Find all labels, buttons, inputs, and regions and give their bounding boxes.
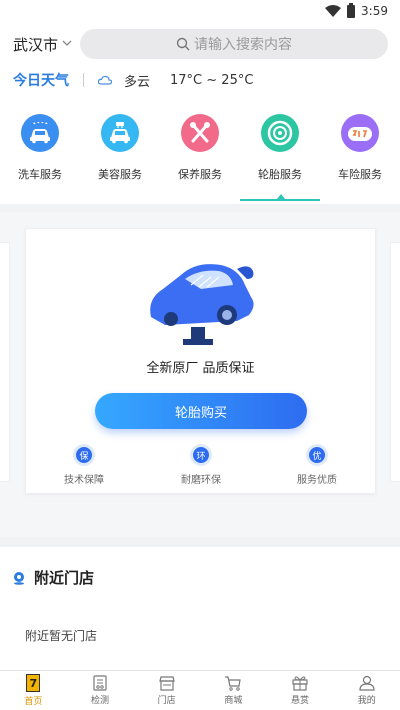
status-time: 3:59 xyxy=(361,4,388,18)
tire-promo-card: 全新原厂 品质保证 轮胎购买 保 技术保障 环 耐磨环保 优 服务优质 xyxy=(25,228,376,494)
location-pin-icon xyxy=(14,571,24,585)
feature-label: 耐磨环保 xyxy=(181,475,221,486)
nav-label: 我的 xyxy=(357,696,376,706)
divider xyxy=(83,73,84,87)
prev-card-peek[interactable] xyxy=(0,242,10,482)
store-icon xyxy=(158,676,175,691)
service-label: 美容服务 xyxy=(98,168,142,181)
nav-label: 检测 xyxy=(91,696,110,706)
chevron-down-icon xyxy=(62,40,72,46)
nearby-title: 附近门店 xyxy=(34,569,95,587)
weather-condition: 多云 xyxy=(124,74,151,90)
header: 武汉市 请输入搜索内容 xyxy=(0,28,400,60)
weather-temperature: 17°C ~ 25°C xyxy=(170,72,254,88)
profile-icon xyxy=(359,675,375,691)
nav-label: 商城 xyxy=(224,696,243,706)
weather-label: 今日天气 xyxy=(13,73,69,89)
bottom-navigation: 7 首页 检测 门店 商城 悬赏 我的 xyxy=(0,670,400,710)
gift-icon xyxy=(292,676,308,691)
car-wash-icon xyxy=(21,114,59,152)
nav-label: 门店 xyxy=(157,696,176,706)
tire-purchase-button[interactable]: 轮胎购买 xyxy=(95,393,307,429)
search-placeholder: 请输入搜索内容 xyxy=(194,37,292,53)
nav-home[interactable]: 7 首页 xyxy=(0,671,67,710)
service-label: 洗车服务 xyxy=(18,168,62,181)
nav-store[interactable]: 门店 xyxy=(133,671,200,710)
cart-icon xyxy=(225,676,242,691)
cloud-icon xyxy=(98,75,112,85)
city-name: 武汉市 xyxy=(13,35,59,54)
status-icons: 3:59 xyxy=(325,2,388,18)
nav-label: 首页 xyxy=(24,697,43,707)
service-label: 车险服务 xyxy=(338,168,382,181)
status-bar: 3:59 xyxy=(0,0,400,24)
feature-label: 技术保障 xyxy=(64,475,104,486)
feature-tech: 保 技术保障 xyxy=(39,447,129,486)
section-divider xyxy=(0,537,400,547)
feature-badge: 环 xyxy=(193,447,209,463)
feature-service: 优 服务优质 xyxy=(272,447,362,486)
section-divider xyxy=(0,204,400,212)
car-lift-illustration xyxy=(150,264,254,345)
feature-eco: 环 耐磨环保 xyxy=(156,447,246,486)
feature-badge: 优 xyxy=(309,447,325,463)
service-tire[interactable]: 轮胎服务 xyxy=(240,114,320,182)
city-selector[interactable]: 武汉市 xyxy=(13,34,72,55)
inspection-icon xyxy=(93,675,107,691)
battery-icon xyxy=(347,2,356,18)
search-icon xyxy=(176,37,190,51)
nav-inspection[interactable]: 检测 xyxy=(67,671,134,710)
active-tab-indicator xyxy=(240,194,320,201)
service-beauty[interactable]: 美容服务 xyxy=(80,114,160,182)
card-slogan: 全新原厂 品质保证 xyxy=(146,361,255,376)
weather-bar: 今日天气 多云 17°C ~ 25°C xyxy=(13,70,253,90)
wifi-icon xyxy=(325,5,342,17)
nav-profile[interactable]: 我的 xyxy=(333,671,400,710)
nav-label: 悬赏 xyxy=(291,696,310,706)
service-car-wash[interactable]: 洗车服务 xyxy=(0,114,80,182)
feature-label: 服务优质 xyxy=(297,475,337,486)
car-beauty-icon xyxy=(101,114,139,152)
service-maintenance[interactable]: 保养服务 xyxy=(160,114,240,182)
nav-mall[interactable]: 商城 xyxy=(200,671,267,710)
service-insurance[interactable]: 车险服务 xyxy=(320,114,400,182)
nearby-stores-heading: 附近门店 xyxy=(12,567,94,588)
service-grid: 洗车服务 美容服务 保养服务 轮胎服务 车险服务 xyxy=(0,114,400,204)
next-card-peek[interactable] xyxy=(390,242,400,482)
search-input[interactable]: 请输入搜索内容 xyxy=(80,29,388,59)
home-icon: 7 xyxy=(26,674,41,692)
feature-badge: 保 xyxy=(76,447,92,463)
nav-reward[interactable]: 悬赏 xyxy=(267,671,334,710)
service-label: 保养服务 xyxy=(178,168,222,181)
service-label: 轮胎服务 xyxy=(258,168,302,181)
maintenance-tools-icon xyxy=(181,114,219,152)
tire-icon xyxy=(261,114,299,152)
insurance-icon xyxy=(341,114,379,152)
nearby-empty-message: 附近暂无门店 xyxy=(25,629,98,643)
